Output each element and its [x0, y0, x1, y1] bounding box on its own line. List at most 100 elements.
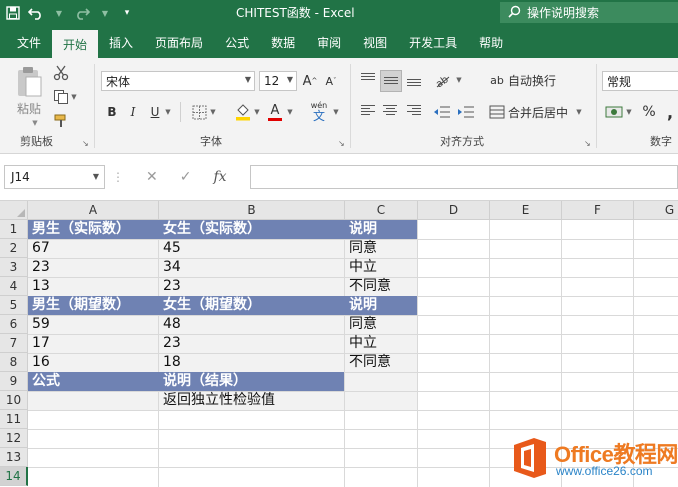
tab-home[interactable]: 开始: [52, 30, 99, 58]
orientation-icon[interactable]: ab: [432, 70, 454, 90]
row-header[interactable]: 5: [0, 296, 28, 315]
tab-view[interactable]: 视图: [352, 26, 398, 58]
cancel-icon[interactable]: ✕: [146, 169, 158, 185]
cell-a8[interactable]: 16: [29, 353, 50, 372]
borders-icon[interactable]: [190, 103, 208, 121]
cell-b8[interactable]: 18: [160, 353, 181, 372]
cell-b2[interactable]: 45: [160, 239, 181, 258]
font-name-combo[interactable]: 宋体 ▼: [101, 71, 255, 91]
paste-button-label[interactable]: 粘贴: [14, 100, 44, 116]
cell-b5[interactable]: 女生（期望数）: [160, 296, 261, 315]
merge-center-button[interactable]: 合并后居中: [508, 102, 572, 122]
cell-c4[interactable]: 不同意: [346, 277, 391, 296]
cell-c3[interactable]: 中立: [346, 258, 377, 277]
top-align-icon[interactable]: [358, 70, 378, 90]
cell-a3[interactable]: 23: [29, 258, 50, 277]
row-header[interactable]: 11: [0, 410, 28, 429]
name-box[interactable]: J14 ▼: [4, 165, 105, 189]
row-header[interactable]: 4: [0, 277, 28, 296]
enter-icon[interactable]: ✓: [180, 169, 192, 185]
cell-b7[interactable]: 23: [160, 334, 181, 353]
tell-me-search[interactable]: 操作说明搜索: [500, 2, 678, 23]
column-header-f[interactable]: F: [562, 201, 634, 220]
middle-align-icon[interactable]: [380, 70, 402, 92]
increase-font-size-icon[interactable]: A ^: [301, 71, 319, 91]
cell-c5[interactable]: 说明: [346, 296, 377, 315]
cell-b9[interactable]: 说明（结果）: [160, 372, 247, 391]
insert-function-icon[interactable]: fx: [213, 169, 226, 185]
format-painter-icon[interactable]: [52, 112, 70, 130]
font-size-combo[interactable]: 12 ▼: [259, 71, 297, 91]
phonetic-dropdown-icon[interactable]: ▼: [331, 106, 341, 118]
align-left-icon[interactable]: [358, 102, 378, 122]
paste-icon[interactable]: [14, 64, 44, 100]
row-header[interactable]: 10: [0, 391, 28, 410]
clipboard-launcher-icon[interactable]: ↘: [82, 139, 89, 148]
tab-developer[interactable]: 开发工具: [398, 26, 468, 58]
chevron-down-icon[interactable]: ▼: [287, 75, 293, 84]
comma-style-icon[interactable]: ,: [662, 102, 678, 122]
bold-button[interactable]: B: [103, 102, 121, 122]
bottom-align-icon[interactable]: [404, 70, 424, 90]
tab-formulas[interactable]: 公式: [214, 26, 260, 58]
cell-a4[interactable]: 13: [29, 277, 50, 296]
column-header-e[interactable]: E: [490, 201, 562, 220]
row-header[interactable]: 9: [0, 372, 28, 391]
column-header-c[interactable]: C: [345, 201, 418, 220]
fill-color-dropdown-icon[interactable]: ▼: [252, 106, 262, 118]
customize-qat-icon[interactable]: ▾: [120, 4, 134, 22]
number-format-combo[interactable]: 常规: [602, 71, 678, 91]
cell-b4[interactable]: 23: [160, 277, 181, 296]
cell-c1[interactable]: 说明: [346, 220, 377, 239]
align-center-icon[interactable]: [380, 102, 400, 122]
merge-center-dropdown-icon[interactable]: ▼: [574, 106, 584, 118]
paste-dropdown-icon[interactable]: ▼: [30, 118, 40, 128]
cell-b3[interactable]: 34: [160, 258, 181, 277]
orientation-dropdown-icon[interactable]: ▼: [454, 75, 464, 85]
fill-color-icon[interactable]: [234, 102, 252, 122]
phonetic-guide-icon[interactable]: wén 文: [308, 100, 330, 124]
row-header[interactable]: 3: [0, 258, 28, 277]
decrease-indent-icon[interactable]: [432, 102, 452, 122]
tab-data[interactable]: 数据: [260, 26, 306, 58]
underline-dropdown-icon[interactable]: ▼: [163, 106, 173, 118]
increase-indent-icon[interactable]: [456, 102, 476, 122]
cell-a6[interactable]: 59: [29, 315, 50, 334]
cell-b1[interactable]: 女生（实际数）: [160, 220, 261, 239]
row-header-selected[interactable]: 14: [0, 467, 28, 486]
percent-style-button[interactable]: %: [640, 102, 658, 122]
undo-icon[interactable]: [28, 4, 44, 22]
borders-dropdown-icon[interactable]: ▼: [208, 106, 218, 118]
merge-center-icon[interactable]: [488, 102, 506, 122]
align-right-icon[interactable]: [404, 102, 424, 122]
undo-dropdown-icon[interactable]: ▼: [52, 4, 66, 22]
tab-help[interactable]: 帮助: [468, 26, 514, 58]
row-header[interactable]: 7: [0, 334, 28, 353]
row-header[interactable]: 2: [0, 239, 28, 258]
decrease-font-size-icon[interactable]: Aˇ: [322, 71, 340, 91]
tab-review[interactable]: 审阅: [306, 26, 352, 58]
column-header-a[interactable]: A: [28, 201, 159, 220]
formula-input[interactable]: [250, 165, 678, 189]
font-launcher-icon[interactable]: ↘: [338, 139, 345, 148]
cell-a7[interactable]: 17: [29, 334, 50, 353]
cut-icon[interactable]: [52, 64, 70, 82]
font-color-dropdown-icon[interactable]: ▼: [285, 106, 295, 118]
row-header[interactable]: 1: [0, 220, 28, 239]
cell-c8[interactable]: 不同意: [346, 353, 391, 372]
row-header[interactable]: 8: [0, 353, 28, 372]
accounting-dropdown-icon[interactable]: ▼: [624, 106, 634, 118]
redo-dropdown-icon[interactable]: ▼: [98, 4, 112, 22]
copy-icon[interactable]: [52, 88, 70, 106]
cell-a1[interactable]: 男生（实际数）: [29, 220, 130, 239]
alignment-launcher-icon[interactable]: ↘: [584, 139, 591, 148]
row-header[interactable]: 13: [0, 448, 28, 467]
redo-icon[interactable]: [74, 4, 90, 22]
cell-a2[interactable]: 67: [29, 239, 50, 258]
copy-dropdown-icon[interactable]: ▼: [70, 92, 78, 102]
accounting-format-icon[interactable]: [604, 102, 624, 122]
column-header-d[interactable]: D: [418, 201, 490, 220]
row-header[interactable]: 12: [0, 429, 28, 448]
save-icon[interactable]: [6, 4, 20, 22]
cell-c2[interactable]: 同意: [346, 239, 377, 258]
